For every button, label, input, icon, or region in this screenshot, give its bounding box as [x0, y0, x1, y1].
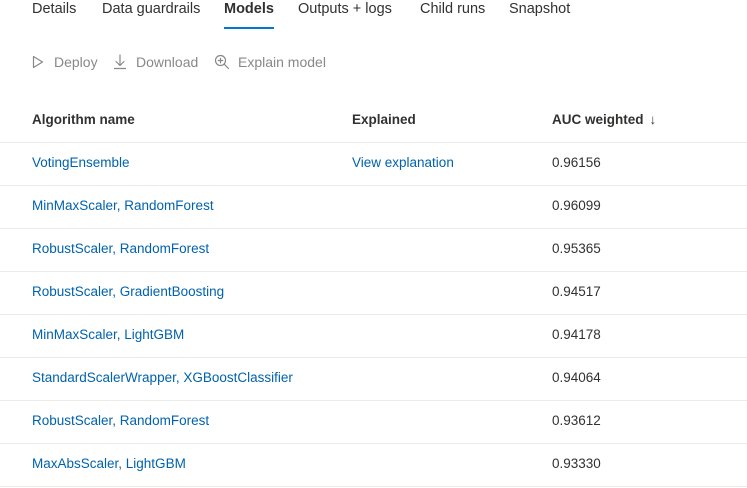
- explain-model-button[interactable]: Explain model: [214, 50, 326, 74]
- deploy-label: Deploy: [54, 54, 98, 70]
- tab-outputs-logs[interactable]: Outputs + logs: [298, 0, 392, 30]
- download-label: Download: [136, 54, 199, 70]
- auc-value: 0.95365: [552, 241, 601, 256]
- command-bar: Deploy Download Explain model: [0, 50, 747, 74]
- active-tab-indicator: [224, 27, 274, 29]
- table-row[interactable]: RobustScaler, RandomForest 0.95365: [0, 229, 747, 272]
- column-header-explained[interactable]: Explained: [352, 112, 416, 127]
- table-body: VotingEnsemble View explanation 0.96156 …: [0, 143, 747, 487]
- algorithm-name-link[interactable]: RobustScaler, RandomForest: [32, 241, 209, 256]
- table-row[interactable]: MinMaxScaler, LightGBM 0.94178: [0, 315, 747, 358]
- auc-value: 0.94517: [552, 284, 601, 299]
- deploy-button[interactable]: Deploy: [30, 50, 98, 74]
- explain-model-label: Explain model: [238, 54, 326, 70]
- tab-child-runs[interactable]: Child runs: [420, 0, 485, 30]
- algorithm-name-link[interactable]: StandardScalerWrapper, XGBoostClassifier: [32, 370, 293, 385]
- auc-value: 0.96099: [552, 198, 601, 213]
- tab-bar: Details Data guardrails Models Outputs +…: [0, 0, 747, 34]
- algorithm-name-link[interactable]: MaxAbsScaler, LightGBM: [32, 456, 186, 471]
- algorithm-name-link[interactable]: RobustScaler, RandomForest: [32, 413, 209, 428]
- zoom-search-icon: [214, 54, 230, 70]
- auc-value: 0.93612: [552, 413, 601, 428]
- auc-weighted-label: AUC weighted: [552, 112, 644, 127]
- table-row[interactable]: MaxAbsScaler, LightGBM 0.93330: [0, 444, 747, 487]
- auc-value: 0.94064: [552, 370, 601, 385]
- algorithm-name-link[interactable]: MinMaxScaler, RandomForest: [32, 198, 214, 213]
- auc-value: 0.94178: [552, 327, 601, 342]
- table-header: Algorithm name Explained AUC weighted ↓: [0, 99, 747, 143]
- download-button[interactable]: Download: [112, 50, 198, 74]
- column-header-algorithm[interactable]: Algorithm name: [32, 112, 135, 127]
- auc-value: 0.96156: [552, 155, 601, 170]
- auc-value: 0.93330: [552, 456, 601, 471]
- tab-snapshot[interactable]: Snapshot: [509, 0, 570, 30]
- algorithm-name-link[interactable]: MinMaxScaler, LightGBM: [32, 327, 184, 342]
- download-icon: [112, 54, 128, 70]
- play-icon: [30, 54, 46, 70]
- table-row[interactable]: RobustScaler, RandomForest 0.93612: [0, 401, 747, 444]
- view-explanation-link[interactable]: View explanation: [352, 155, 454, 170]
- table-row[interactable]: StandardScalerWrapper, XGBoostClassifier…: [0, 358, 747, 401]
- table-row[interactable]: RobustScaler, GradientBoosting 0.94517: [0, 272, 747, 315]
- table-row[interactable]: VotingEnsemble View explanation 0.96156: [0, 143, 747, 186]
- tab-models[interactable]: Models: [224, 0, 274, 30]
- tab-data-guardrails[interactable]: Data guardrails: [102, 0, 200, 30]
- tab-details[interactable]: Details: [32, 0, 76, 30]
- algorithm-name-link[interactable]: VotingEnsemble: [32, 155, 130, 170]
- column-header-auc-weighted[interactable]: AUC weighted ↓: [552, 112, 656, 127]
- algorithm-name-link[interactable]: RobustScaler, GradientBoosting: [32, 284, 224, 299]
- table-row[interactable]: MinMaxScaler, RandomForest 0.96099: [0, 186, 747, 229]
- sort-descending-icon: ↓: [649, 112, 657, 127]
- tab-models-label: Models: [224, 1, 274, 17]
